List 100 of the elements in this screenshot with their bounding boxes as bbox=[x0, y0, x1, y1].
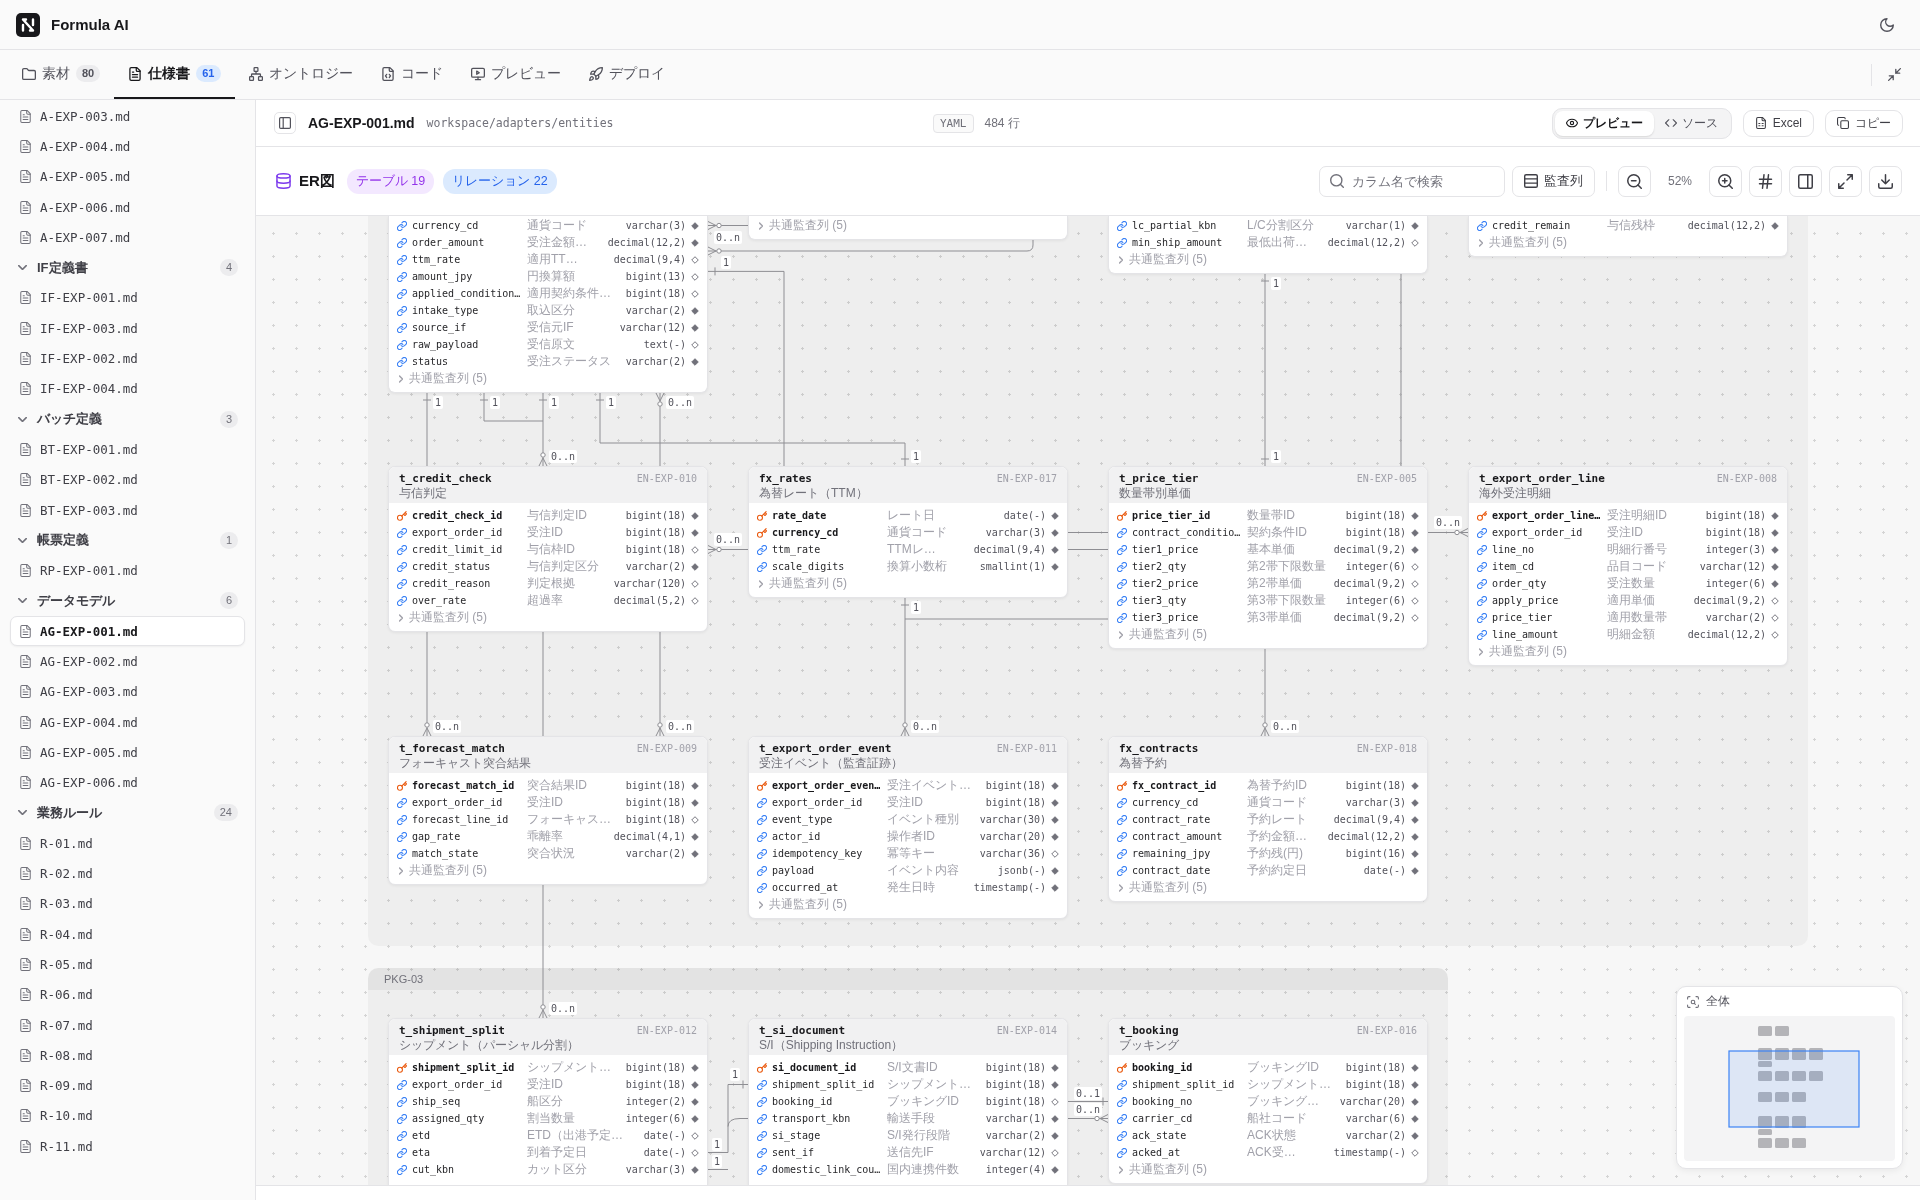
logo-icon bbox=[16, 12, 40, 37]
column-description: イベント種別 bbox=[887, 811, 960, 828]
column-description: 適用契約条件… bbox=[527, 285, 612, 302]
link-icon bbox=[1477, 595, 1487, 606]
search-field[interactable]: カラム名で検索 bbox=[1318, 165, 1505, 197]
group-header[interactable]: データモデル 6 bbox=[10, 585, 245, 617]
tab[interactable]: オントロジー bbox=[234, 50, 367, 99]
link-icon bbox=[397, 831, 407, 842]
file-item[interactable]: AG-EXP-006.md bbox=[10, 767, 245, 798]
tab[interactable]: コード bbox=[366, 50, 457, 99]
column-name: carrier_cd bbox=[1132, 1113, 1194, 1124]
file-item[interactable]: R-02.md bbox=[10, 858, 245, 889]
cardinality-label: 1 bbox=[712, 1154, 723, 1168]
tab[interactable]: デプロイ bbox=[574, 50, 679, 99]
file-item[interactable]: BT-EXP-001.md bbox=[10, 434, 245, 465]
column-type: varchar(1) bbox=[985, 1113, 1046, 1124]
excel-button[interactable]: Excel bbox=[1742, 109, 1814, 137]
file-item[interactable]: IF-EXP-001.md bbox=[10, 282, 245, 314]
link-icon bbox=[1477, 220, 1487, 231]
tab[interactable]: 素材 80 bbox=[8, 50, 115, 99]
line-count: 484 行 bbox=[984, 114, 1020, 132]
file-item[interactable]: R-09.md bbox=[10, 1070, 245, 1101]
file-item[interactable]: AG-EXP-004.md bbox=[10, 706, 245, 738]
code-file-icon bbox=[380, 66, 395, 81]
file-item[interactable]: R-06.md bbox=[10, 979, 245, 1010]
fullscreen-button[interactable] bbox=[1829, 165, 1862, 197]
file-item[interactable]: R-11.md bbox=[10, 1131, 245, 1162]
column-type: varchar(12) bbox=[979, 1147, 1046, 1158]
table-name: fx_contracts bbox=[1119, 741, 1199, 755]
link-icon bbox=[757, 1164, 767, 1175]
column-type: varchar(36) bbox=[979, 848, 1046, 859]
file-item[interactable]: R-10.md bbox=[10, 1100, 245, 1132]
panel-right-icon bbox=[1798, 173, 1813, 189]
moon-icon[interactable] bbox=[1880, 17, 1894, 32]
column-description: 受注ステータス bbox=[527, 353, 612, 370]
cardinality-label: 0..n bbox=[549, 450, 578, 463]
table-subtitle: 為替レート（TTM） bbox=[759, 485, 869, 501]
column-name: fx_contract_id bbox=[1132, 780, 1218, 791]
file-item[interactable]: A-EXP-005.md bbox=[10, 161, 245, 192]
column-type: decimal(12,2) bbox=[1327, 831, 1406, 842]
file-item[interactable]: R-07.md bbox=[10, 1009, 245, 1041]
file-icon bbox=[20, 655, 31, 668]
link-icon bbox=[1117, 1079, 1127, 1090]
file-item[interactable]: R-08.md bbox=[10, 1040, 245, 1071]
column-type: integer(3) bbox=[1705, 544, 1766, 555]
column-type: bigint(18) bbox=[625, 510, 686, 521]
copy-button[interactable]: コピー bbox=[1825, 109, 1903, 137]
download-button[interactable] bbox=[1869, 165, 1902, 197]
panel-toggle-button[interactable] bbox=[1789, 165, 1822, 197]
column-type: bigint(18) bbox=[1345, 780, 1406, 791]
file-item[interactable]: IF-EXP-003.md bbox=[10, 313, 245, 344]
link-icon bbox=[397, 561, 407, 572]
zoom-out-button[interactable] bbox=[1617, 165, 1651, 197]
column-type: bigint(18) bbox=[625, 797, 686, 808]
grid-toggle-button[interactable] bbox=[1749, 165, 1782, 197]
file-item[interactable]: A-EXP-006.md bbox=[10, 191, 245, 223]
file-icon bbox=[20, 1048, 31, 1062]
column-type: integer(6) bbox=[1345, 561, 1406, 572]
link-icon bbox=[1117, 831, 1127, 842]
zoom-in-button[interactable] bbox=[1709, 165, 1742, 197]
file-item[interactable]: IF-EXP-004.md bbox=[10, 373, 245, 404]
audit-columns-button[interactable]: 監査列 bbox=[1511, 165, 1595, 197]
file-item[interactable]: R-01.md bbox=[10, 828, 245, 859]
file-item[interactable]: AG-EXP-003.md bbox=[10, 676, 245, 707]
file-item[interactable]: AG-EXP-001.md bbox=[10, 616, 245, 647]
chevron-right-icon bbox=[759, 221, 763, 230]
file-item[interactable]: RP-EXP-001.md bbox=[10, 555, 245, 586]
column-name: lc_partial_kbn bbox=[1132, 220, 1218, 231]
file-item[interactable]: AG-EXP-002.md bbox=[10, 646, 245, 677]
file-item[interactable]: BT-EXP-002.md bbox=[10, 464, 245, 495]
table-name: t_booking bbox=[1119, 1023, 1179, 1037]
view-tab[interactable]: ソース bbox=[1653, 110, 1729, 136]
cardinality-label: 0..n bbox=[1074, 1102, 1103, 1116]
column-name: apply_price bbox=[1492, 595, 1560, 606]
column-type: decimal(12,2) bbox=[1687, 629, 1766, 640]
column-name: booking_no bbox=[1132, 1096, 1194, 1107]
view-tab[interactable]: プレビュー bbox=[1554, 110, 1654, 136]
file-item[interactable]: A-EXP-007.md bbox=[10, 222, 245, 253]
column-name: export_order_id bbox=[1492, 527, 1584, 538]
sidebar-toggle-button[interactable] bbox=[274, 112, 296, 134]
minimize-icon[interactable] bbox=[1888, 68, 1901, 81]
column-type: bigint(18) bbox=[1345, 510, 1406, 521]
file-item[interactable]: AG-EXP-005.md bbox=[10, 737, 245, 768]
column-type: varchar(20) bbox=[1339, 1096, 1406, 1107]
column-description: 超過率 bbox=[527, 592, 564, 609]
file-item[interactable]: R-03.md bbox=[10, 888, 245, 919]
column-type: integer(6) bbox=[1345, 595, 1406, 606]
file-item[interactable]: A-EXP-004.md bbox=[10, 131, 245, 162]
file-item[interactable]: A-EXP-003.md bbox=[10, 101, 245, 132]
group-header[interactable]: バッチ定義 3 bbox=[10, 403, 245, 435]
group-header[interactable]: 帳票定義 1 bbox=[10, 525, 245, 556]
column-type: decimal(9,2) bbox=[1693, 595, 1766, 606]
file-item[interactable]: BT-EXP-003.md bbox=[10, 494, 245, 526]
group-header[interactable]: 業務ルール 24 bbox=[10, 797, 245, 829]
file-item[interactable]: R-04.md bbox=[10, 919, 245, 950]
file-item[interactable]: R-05.md bbox=[10, 949, 245, 980]
column-description: 為替予約ID bbox=[1247, 777, 1308, 794]
tab[interactable]: プレビュー bbox=[456, 50, 575, 99]
file-item[interactable]: IF-EXP-002.md bbox=[10, 343, 245, 374]
group-header[interactable]: IF定義書 4 bbox=[10, 252, 245, 283]
